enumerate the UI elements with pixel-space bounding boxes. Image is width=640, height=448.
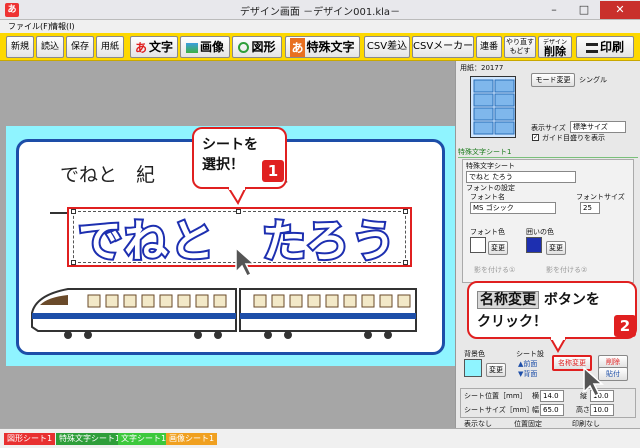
sheet-size-label: シートサイズ［mm］	[464, 406, 534, 414]
paper-grid	[473, 79, 515, 135]
bg-color-swatch	[464, 359, 482, 377]
font-color-label: フォント色	[470, 228, 505, 236]
text-button-label: 文字	[149, 40, 174, 54]
callout2-line2: クリック！	[477, 314, 547, 330]
sheet-tabs-bar: 図形シート1 特殊文字シート1 文字シート1 画像シート1	[0, 428, 640, 448]
text-a-icon: あ	[134, 40, 147, 55]
tab-shape-sheet[interactable]: 図形シート1	[4, 433, 56, 445]
picture-icon	[185, 42, 198, 53]
callout1-line1: シートを	[202, 137, 258, 153]
mode-change-button[interactable]: モード変更	[531, 73, 575, 87]
menu-file[interactable]: ファイル(F)	[8, 21, 51, 32]
sheet-name-label: 特殊文字シート	[466, 162, 515, 170]
font-name-select[interactable]: MS ゴシック	[470, 202, 556, 214]
height-field[interactable]: 10.0	[590, 404, 614, 416]
paper-layout-preview	[470, 76, 516, 138]
special-text-icon: あ	[290, 37, 305, 57]
step1-badge: 1	[262, 160, 284, 182]
horiz-field[interactable]: 14.0	[540, 390, 564, 402]
callout2-key: 名称変更	[477, 291, 539, 309]
font-color-change-button[interactable]: 変更	[488, 241, 508, 255]
bg-color-label: 背景色	[464, 350, 485, 358]
horiz-label: 横	[532, 392, 539, 400]
callout1-pointer	[226, 187, 248, 205]
section-title: 特殊文字シート1	[458, 147, 638, 158]
special-text-label: 特殊文字	[306, 40, 355, 54]
new-button[interactable]: 新規	[6, 36, 34, 58]
redo-label[interactable]: やり直す	[505, 38, 535, 47]
minimize-button[interactable]: –	[540, 1, 568, 19]
special-text-button[interactable]: あ特殊文字	[285, 36, 360, 58]
callout2-pointer	[548, 337, 568, 353]
bg-color-change-button[interactable]: 変更	[486, 363, 506, 377]
circle-shape-icon	[238, 42, 250, 53]
text-button[interactable]: あ文字	[130, 36, 178, 58]
csv-insert-button[interactable]: CSV差込	[364, 36, 410, 58]
tab-image-sheet[interactable]: 画像シート1	[166, 433, 218, 445]
font-size-field[interactable]: 25	[580, 202, 600, 214]
delete-design-label: 削除	[544, 45, 566, 58]
border-color-swatch	[526, 237, 542, 253]
load-button[interactable]: 読込	[36, 36, 64, 58]
mouse-cursor-icon	[583, 366, 604, 398]
width-label: 幅	[532, 406, 539, 414]
resize-handle[interactable]	[71, 260, 76, 265]
resize-handle[interactable]	[71, 209, 76, 214]
print-label: 印刷	[599, 40, 624, 54]
cursor-line	[50, 212, 68, 214]
title-bar: あ デザイン画面 －デザイン001.kla－ – □ ✕	[0, 0, 640, 20]
image-button[interactable]: 画像	[180, 36, 230, 58]
shape-button[interactable]: 図形	[232, 36, 282, 58]
csv-maker-button[interactable]: CSVメーカー	[412, 36, 474, 58]
shape-button-label: 図形	[251, 40, 276, 54]
font-size-label: フォントサイズ	[576, 193, 625, 201]
train-illustration	[31, 288, 417, 339]
toolbar: 新規 読込 保存 用紙 あ文字 画像 図形 あ特殊文字 CSV差込 CSVメーカ…	[0, 33, 640, 61]
callout-click-rename: 名称変更 ボタンを クリック！	[467, 281, 637, 339]
send-back-button[interactable]: ▼背面	[518, 369, 537, 379]
sheet-name-field[interactable]: でねと たろう	[466, 171, 576, 183]
undo-label[interactable]: もどす	[505, 47, 535, 56]
paper-label: 用紙：20177	[460, 64, 504, 72]
sheet-settings-label: シート設	[516, 350, 544, 358]
sheet-pos-label: シート位置［mm］	[464, 392, 527, 400]
menu-info[interactable]: 情報(I)	[50, 21, 75, 32]
delete-design-button[interactable]: デザイン 削除	[538, 36, 572, 58]
print-button[interactable]: 印刷	[576, 36, 634, 58]
redo-undo-button[interactable]: やり直す もどす	[504, 36, 536, 58]
properties-panel: 用紙：20177 モード変更 シングル 表示サイズ 標準サイズ ✓ ガイド目盛り…	[455, 61, 640, 428]
border-color-change-button[interactable]: 変更	[546, 241, 566, 255]
shadow2-checkbox[interactable]: 影を付ける②	[546, 265, 587, 275]
tab-special-text-sheet[interactable]: 特殊文字シート1	[56, 433, 124, 445]
font-name-label: フォント名	[470, 193, 505, 201]
printer-icon	[585, 42, 598, 53]
height-label: 高さ	[576, 406, 590, 414]
mode-value: シングル	[579, 76, 607, 84]
maximize-button[interactable]: □	[570, 1, 598, 19]
save-button[interactable]: 保存	[66, 36, 94, 58]
guide-checkbox[interactable]: ✓	[532, 134, 539, 141]
mouse-cursor-icon	[235, 246, 256, 278]
menu-bar: ファイル(F) 情報(I)	[0, 20, 640, 33]
paper-button[interactable]: 用紙	[96, 36, 124, 58]
tile-button[interactable]: 連番	[476, 36, 502, 58]
shadow1-checkbox[interactable]: 影を付ける①	[474, 265, 515, 275]
bring-front-button[interactable]: ▲前面	[518, 359, 537, 369]
resize-handle[interactable]	[403, 260, 408, 265]
callout2-line1: ボタンを	[543, 292, 600, 308]
border-color-label: 囲いの色	[526, 228, 554, 236]
display-size-select[interactable]: 標準サイズ	[570, 121, 626, 133]
tab-text-sheet[interactable]: 文字シート1	[118, 433, 170, 445]
display-size-label: 表示サイズ	[531, 124, 566, 132]
guide-label: ガイド目盛りを表示	[542, 134, 605, 142]
image-button-label: 画像	[199, 40, 224, 54]
width-field[interactable]: 65.0	[540, 404, 564, 416]
font-color-swatch	[470, 237, 486, 253]
close-button[interactable]: ✕	[600, 1, 640, 19]
step2-badge: 2	[614, 315, 636, 337]
resize-handle[interactable]	[403, 209, 408, 214]
